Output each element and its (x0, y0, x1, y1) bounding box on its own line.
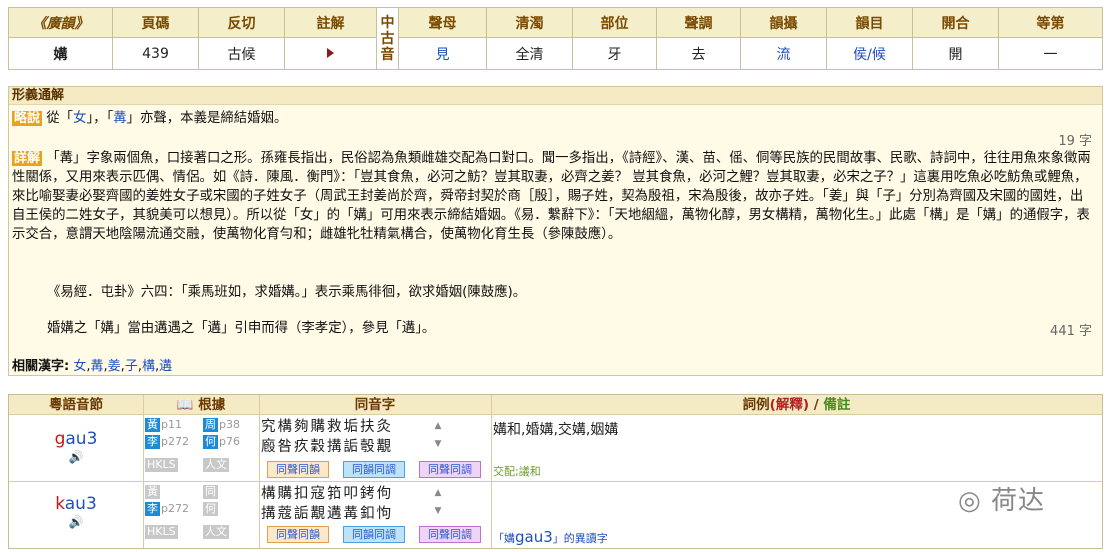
source-badge[interactable]: 何 (203, 435, 218, 449)
annotation-toggle[interactable] (284, 37, 377, 70)
same-initial-tone-button[interactable]: 同聲同調 (419, 526, 481, 543)
same-initial-final-button[interactable]: 同聲同韻 (267, 461, 329, 478)
related-chars: 相關漢字: 女,冓,姜,子,構,遘 (12, 359, 173, 374)
brief-tag: 略說 (12, 111, 43, 126)
related-link[interactable]: 遘 (159, 359, 172, 374)
cell-openness: 開 (912, 37, 999, 70)
homophone-line[interactable]: 搆蔻詬覯遘冓釦怐 (261, 504, 444, 524)
remark: 「媾gau3」的異讀字 (493, 528, 608, 546)
same-initial-tone-button[interactable]: 同聲同調 (419, 461, 481, 478)
col-syllable: 粵語音節 (49, 397, 103, 413)
cell-fanqie: 古候 (198, 37, 285, 70)
col-guangyun: 《廣韻》 (8, 6, 113, 39)
homophone-line[interactable]: 構購扣寇筘叩銬佝 (261, 484, 444, 504)
play-triangle-icon[interactable] (327, 47, 334, 58)
detail-text: 「冓」字象兩個魚，口接著口之形。孫雍長指出，民俗認為魚類雌雄交配為口對口。聞一多… (12, 151, 1091, 242)
homophone-scroll[interactable]: ▲ ▼ (431, 484, 445, 522)
cantonese-table: 粵語音節 📖 根據 同音字 詞例(解釋) / 備註 gau3 🔊 黃 p11 周 p38… (8, 394, 1103, 549)
homophone-line[interactable]: 究構夠購救垢扶灸 (261, 417, 444, 437)
brief-count: 19 字 (1058, 134, 1092, 149)
source-badge[interactable]: 李 (145, 502, 160, 516)
detail-tag: 詳解 (12, 151, 43, 166)
explanation-panel: 形義通解 略說 從「女」，「冓」亦聲，本義是締結婚姻。 19 字 詳解 「冓」字… (8, 86, 1103, 376)
source-list: 黃 p11 周 p38 李 p272 何 p76 HKLS 人文 (145, 418, 240, 472)
same-final-tone-button[interactable]: 同韻同調 (343, 526, 405, 543)
col-openness: 開合 (912, 6, 999, 39)
homophone-scroll[interactable]: ▲ ▼ (431, 417, 445, 455)
remark: 交配;議和 (493, 465, 541, 478)
source-badge[interactable]: 人文 (203, 458, 229, 472)
cell-rhyme[interactable]: 侯/候 (826, 37, 913, 70)
section-title: 形義通解 (9, 87, 1102, 105)
related-link[interactable]: 女 (73, 359, 86, 374)
cell-voicing: 全清 (486, 37, 573, 70)
source-badge[interactable]: 黃 (145, 485, 160, 499)
wechat-icon: ◎ (958, 486, 982, 516)
detail-paragraph-2: 《易經．屯卦》六四：「乘馬班如，求婚媾。」表示乘馬徘徊，欲求婚姻(陳鼓應)。 (47, 285, 527, 300)
link-nv[interactable]: 女 (73, 111, 86, 126)
speaker-icon[interactable]: 🔊 (9, 515, 143, 529)
cell-place: 牙 (572, 37, 657, 70)
homophone-list[interactable]: 究構夠購救垢扶灸 廏咎疚穀搆詬彀覯 (261, 417, 444, 457)
related-link[interactable]: 姜 (108, 359, 121, 374)
middle-chinese-label: 中古音 (376, 7, 399, 70)
col-page: 頁碼 (112, 6, 199, 39)
cell-initial[interactable]: 見 (398, 37, 487, 70)
source-badge[interactable]: 周 (203, 418, 218, 432)
cell-rhyme-group[interactable]: 流 (740, 37, 827, 70)
cantonese-table-header: 粵語音節 📖 根據 同音字 詞例(解釋) / 備註 (9, 395, 1102, 415)
brief-paragraph: 略說 從「女」，「冓」亦聲，本義是締結婚姻。 (12, 109, 1092, 128)
col-homophones: 同音字 (354, 397, 396, 413)
related-link[interactable]: 冓 (91, 359, 104, 374)
col-voicing: 清濁 (486, 6, 573, 39)
source-badge[interactable]: 人文 (203, 525, 229, 539)
link-gou[interactable]: 冓 (113, 111, 126, 126)
cell-char: 媾 (8, 37, 113, 70)
detail-count: 441 字 (1050, 324, 1092, 339)
col-initial: 聲母 (398, 6, 487, 39)
cell-tone: 去 (656, 37, 741, 70)
related-link[interactable]: 子 (125, 359, 138, 374)
syllable[interactable]: kau3 🔊 (9, 494, 143, 529)
col-fanqie: 反切 (198, 6, 285, 39)
col-rhyme: 韻目 (826, 6, 913, 39)
source-badge[interactable]: HKLS (145, 525, 178, 539)
source-badge[interactable]: 李 (145, 435, 160, 449)
cell-grade: 一 (998, 37, 1103, 70)
detail-paragraph-3: 婚媾之「媾」當由遘遇之「遘」引申而得（李孝定），參見「遘」。 (47, 321, 436, 336)
same-final-tone-button[interactable]: 同韻同調 (343, 461, 405, 478)
homophone-line[interactable]: 廏咎疚穀搆詬彀覯 (261, 437, 444, 457)
col-annotation: 註解 (284, 6, 377, 39)
col-tone: 聲調 (656, 6, 741, 39)
character-info-table: 《廣韻》 頁碼 反切 註解 中古音 聲母 清濁 部位 聲調 韻攝 韻目 開合 等… (8, 6, 1103, 70)
source-list: 黃同 李 p272 何 HKLS 人文 (145, 485, 229, 539)
watermark-logo: ◎ 荷达 (958, 486, 1045, 516)
source-badge[interactable]: 何 (203, 502, 218, 516)
col-grade: 等第 (998, 6, 1103, 39)
related-link[interactable]: 構 (142, 359, 155, 374)
col-examples: 詞例(解釋) / 備註 (742, 397, 851, 413)
related-label: 相關漢字: (12, 359, 70, 374)
col-place: 部位 (572, 6, 657, 39)
detail-paragraph: 詳解 「冓」字象兩個魚，口接著口之形。孫雍長指出，民俗認為魚類雌雄交配為口對口。… (12, 149, 1092, 244)
col-rhyme-group: 韻攝 (740, 6, 827, 39)
source-badge[interactable]: HKLS (145, 458, 178, 472)
brief-text: 從「女」，「冓」亦聲，本義是締結婚姻。 (46, 111, 288, 126)
cell-page: 439 (112, 37, 199, 70)
syllable-row: kau3 🔊 黃同 李 p272 何 HKLS 人文 構購扣寇筘叩銬佝 搆蔻詬覯遘冓釦怐… (9, 482, 1102, 548)
col-basis: 📖 根據 (176, 397, 226, 413)
syllable[interactable]: gau3 🔊 (9, 429, 143, 464)
book-icon: 📖 (176, 397, 194, 413)
speaker-icon[interactable]: 🔊 (9, 450, 143, 464)
homophone-list[interactable]: 構購扣寇筘叩銬佝 搆蔻詬覯遘冓釦怐 (261, 484, 444, 524)
same-initial-final-button[interactable]: 同聲同韻 (267, 526, 329, 543)
source-badge[interactable]: 黃 (145, 418, 160, 432)
source-badge[interactable]: 同 (203, 485, 218, 499)
syllable-row: gau3 🔊 黃 p11 周 p38 李 p272 何 p76 HKLS 人文 究構夠購救垢扶灸… (9, 415, 1102, 482)
example-words: 媾和,婚媾,交媾,姻媾 (493, 422, 619, 438)
